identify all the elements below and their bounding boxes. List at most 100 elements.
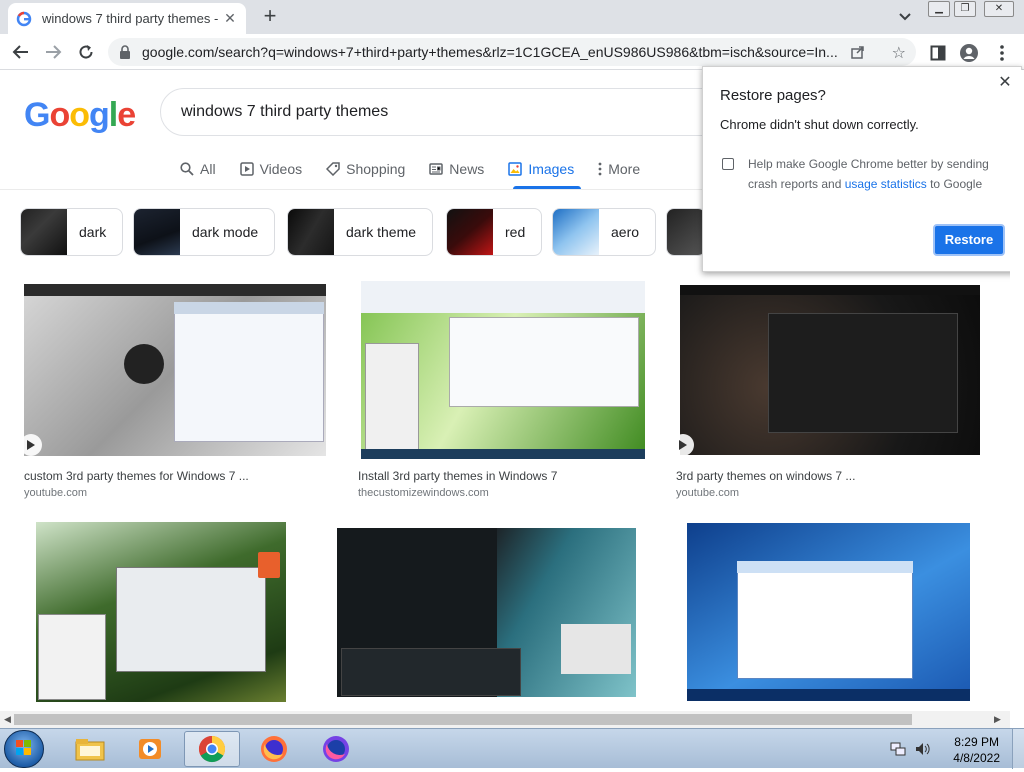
crash-reports-checkbox[interactable] (722, 158, 734, 170)
result-title[interactable]: Install 3rd party themes in Windows 7 (358, 469, 557, 483)
related-search-chips: dark dark mode dark theme red aero (20, 208, 704, 256)
side-panel-icon[interactable] (928, 43, 948, 63)
taskbar-firefox-developer[interactable] (308, 731, 364, 767)
network-icon[interactable] (890, 741, 906, 757)
chip-label: aero (611, 224, 640, 240)
image-icon (508, 162, 523, 176)
taskbar-explorer[interactable] (62, 731, 118, 767)
vertical-scrollbar[interactable] (1010, 70, 1024, 711)
chip-aero[interactable]: aero (552, 208, 657, 256)
result-thumbnail[interactable] (680, 285, 980, 455)
bookmark-star-icon[interactable]: ☆ (892, 43, 906, 63)
search-icon (180, 162, 194, 176)
header-divider (0, 189, 702, 190)
reload-icon (79, 45, 93, 59)
chip-dark[interactable]: dark (20, 208, 124, 256)
show-desktop-button[interactable] (1012, 729, 1024, 769)
forward-arrow-icon (46, 45, 62, 59)
system-tray: 8:29 PM 4/8/2022 (874, 729, 1024, 769)
restore-pages-dialog: Restore pages? Chrome didn't shut down c… (702, 66, 1022, 272)
browser-tab[interactable]: windows 7 third party themes - C ✕ (8, 3, 246, 34)
taskbar-firefox[interactable] (246, 731, 302, 767)
tag-icon (326, 162, 340, 176)
logo-letter: o (49, 96, 70, 134)
clock-date: 4/8/2022 (953, 751, 1000, 765)
back-button[interactable] (8, 40, 34, 64)
video-play-icon (672, 434, 694, 456)
chip-dark-mode[interactable]: dark mode (133, 208, 276, 256)
chip-red[interactable]: red (446, 208, 543, 256)
newspaper-icon (429, 162, 444, 176)
maximize-window-button[interactable]: ❐ (954, 1, 976, 17)
chrome-icon (198, 735, 226, 763)
url-text: google.com/search?q=windows+7+third+part… (142, 44, 838, 60)
result-title[interactable]: custom 3rd party themes for Windows 7 ..… (24, 469, 249, 483)
start-button[interactable] (4, 730, 44, 768)
result-thumbnail[interactable] (24, 284, 326, 456)
windows-logo-icon (16, 740, 31, 755)
tab-label: News (449, 161, 485, 177)
menu-kebab-icon[interactable] (992, 43, 1012, 63)
logo-letter: g (89, 96, 110, 134)
close-window-button[interactable]: ✕ (984, 1, 1014, 17)
tab-title: windows 7 third party themes - C (42, 11, 222, 26)
horizontal-scrollbar[interactable]: ◀ ▶ (0, 711, 1010, 728)
google-logo[interactable]: Google (24, 96, 136, 135)
tab-news[interactable]: News (429, 156, 484, 182)
tab-label: Videos (259, 161, 303, 177)
clock-time: 8:29 PM (954, 735, 999, 749)
logo-letter: G (24, 96, 50, 134)
tab-more[interactable]: More (598, 156, 640, 182)
tab-images[interactable]: Images (508, 156, 574, 182)
tab-videos[interactable]: Videos (239, 156, 303, 182)
volume-icon[interactable] (914, 741, 930, 757)
reload-button[interactable] (73, 40, 99, 64)
folder-icon (75, 739, 105, 761)
video-play-icon (20, 434, 42, 456)
logo-letter: o (69, 96, 90, 134)
dialog-message: Chrome didn't shut down correctly. (720, 117, 919, 132)
tab-label: Shopping (346, 161, 406, 177)
taskbar-chrome[interactable] (184, 731, 240, 767)
forward-button[interactable] (40, 40, 66, 64)
chip-thumbnail (447, 209, 493, 255)
result-title[interactable]: 3rd party themes on windows 7 ... (676, 469, 855, 483)
windows-taskbar: 8:29 PM 4/8/2022 (0, 728, 1024, 769)
result-thumbnail[interactable] (687, 523, 970, 701)
taskbar-media-player[interactable] (122, 731, 178, 767)
search-query-text: windows 7 third party themes (181, 103, 389, 120)
new-tab-button[interactable]: + (258, 5, 282, 28)
minimize-window-button[interactable]: ▁ (928, 1, 950, 17)
chip-thumbnail (667, 209, 704, 255)
tab-search-chevron-icon[interactable] (895, 8, 915, 26)
tab-shopping[interactable]: Shopping (326, 156, 405, 182)
scroll-right-arrow-icon[interactable]: ▶ (994, 714, 1001, 725)
address-bar[interactable]: google.com/search?q=windows+7+third+part… (108, 38, 916, 66)
tab-strip: windows 7 third party themes - C ✕ + ▁ ❐… (0, 0, 1024, 34)
result-thumbnail[interactable] (337, 528, 636, 697)
result-thumbnail[interactable] (36, 522, 286, 702)
clock[interactable]: 8:29 PM 4/8/2022 (953, 734, 1000, 766)
result-thumbnail[interactable] (361, 281, 645, 459)
share-icon[interactable] (850, 44, 866, 60)
usage-statistics-link[interactable]: usage statistics (845, 177, 927, 191)
search-input[interactable]: windows 7 third party themes (160, 88, 760, 136)
tab-label: Images (528, 161, 575, 177)
tab-all[interactable]: All (180, 156, 216, 182)
dialog-title: Restore pages? (720, 87, 826, 104)
restore-button[interactable]: Restore (933, 224, 1005, 256)
logo-letter: l (108, 96, 119, 134)
chip-thumbnail (553, 209, 599, 255)
chip-label: red (505, 224, 526, 240)
chip-more[interactable] (666, 208, 704, 256)
scroll-left-arrow-icon[interactable]: ◀ (4, 714, 11, 725)
chip-dark-theme[interactable]: dark theme (287, 208, 434, 256)
chip-thumbnail (134, 209, 180, 255)
chip-label: dark mode (192, 224, 259, 240)
logo-letter: e (117, 96, 136, 134)
scrollbar-thumb[interactable] (14, 714, 912, 725)
profile-avatar-icon[interactable] (959, 43, 979, 63)
chip-label: dark (79, 224, 107, 240)
tab-close-icon[interactable]: ✕ (222, 10, 238, 27)
video-play-icon (239, 162, 254, 176)
